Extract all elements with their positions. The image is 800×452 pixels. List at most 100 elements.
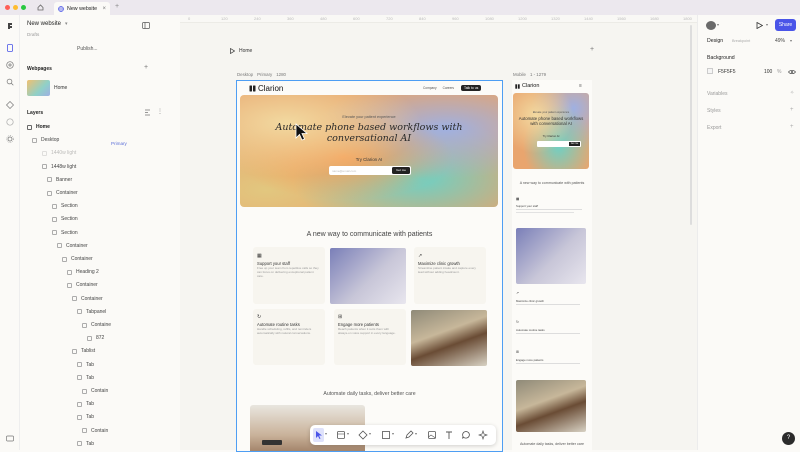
layer-item[interactable]: Tab	[77, 401, 94, 407]
shape-tool-icon[interactable]	[381, 430, 391, 440]
desktop-breakpoint-label[interactable]: Desktop Primary 1280	[237, 72, 286, 77]
bg-hex-field[interactable]: F5F5F5	[718, 69, 736, 75]
export-heading[interactable]: Export	[707, 125, 721, 131]
help-button[interactable]: ?	[782, 432, 795, 445]
layer-item[interactable]: Section	[52, 216, 78, 222]
site-logo[interactable]: Clarion	[249, 84, 283, 93]
nav-careers[interactable]: Careers	[443, 86, 454, 90]
chevron-down-icon[interactable]: ▾	[790, 38, 792, 43]
preview-play-icon[interactable]	[756, 22, 763, 29]
desktop-frame[interactable]: Clarion Company Careers Talk to us Eleva…	[236, 80, 503, 452]
layer-item[interactable]: 1440w light	[42, 150, 76, 156]
page-header[interactable]: Home	[230, 48, 252, 54]
layer-item[interactable]: 872	[87, 335, 104, 341]
feature-card-support[interactable]: ▦ Support your staff Free up your team f…	[253, 247, 325, 304]
text-tool-icon[interactable]	[444, 430, 454, 440]
layer-item[interactable]: Section	[52, 203, 78, 209]
share-button[interactable]: Share	[775, 19, 796, 31]
project-menu[interactable]: New website ▾	[27, 21, 68, 27]
variables-heading[interactable]: Variables	[707, 91, 727, 97]
close-window-button[interactable]	[5, 5, 10, 10]
tab-new-website[interactable]: New website ×	[54, 2, 110, 15]
add-page-icon[interactable]: +	[144, 64, 148, 71]
image-tool-icon[interactable]	[427, 430, 437, 440]
feature-card-growth[interactable]: ↗ Maximize clinic growth Streamline pati…	[414, 247, 486, 304]
add-breakpoint-icon[interactable]: +	[590, 46, 594, 53]
home-icon[interactable]	[37, 4, 44, 11]
layer-item[interactable]: Tabpanel	[77, 309, 106, 315]
frame-tool-icon[interactable]	[336, 430, 346, 440]
layer-item[interactable]: Tab	[77, 414, 94, 420]
nav-cta-button[interactable]: Talk to us	[461, 85, 482, 91]
layer-item[interactable]: Tab	[77, 362, 94, 368]
pointer-tool-icon[interactable]	[314, 430, 324, 440]
minimize-window-button[interactable]	[13, 5, 18, 10]
chevron-down-icon[interactable]: ▾	[415, 431, 417, 436]
layer-item[interactable]: Tab	[77, 441, 94, 447]
menu-icon[interactable]: ≡	[579, 83, 582, 89]
layer-item[interactable]: Container	[57, 243, 88, 249]
mobile-breakpoint-label[interactable]: Mobile 1 - 1279	[513, 72, 546, 77]
page-item-home[interactable]: Home	[27, 80, 67, 96]
paint-icon[interactable]	[6, 118, 14, 126]
publish-button[interactable]: Publish...	[77, 46, 98, 52]
variables-icon[interactable]: ✧	[790, 90, 794, 96]
component-tool-icon[interactable]	[358, 430, 368, 440]
nav-company[interactable]: Company	[423, 86, 437, 90]
layer-item[interactable]: Banner	[47, 177, 72, 183]
add-export-icon[interactable]: +	[790, 124, 794, 130]
layer-item[interactable]: Contain	[82, 388, 108, 394]
add-style-icon[interactable]: +	[790, 107, 794, 113]
feature-card-engage[interactable]: ⊞ Engage more patients Reach patients wh…	[334, 309, 406, 365]
close-tab-icon[interactable]: ×	[102, 6, 106, 12]
sidebar-toggle-icon[interactable]	[142, 22, 150, 29]
chevron-down-icon[interactable]: ▾	[347, 431, 349, 436]
layer-item[interactable]: 1448w light	[42, 164, 76, 170]
bg-color-swatch[interactable]	[707, 68, 713, 74]
ai-sparkle-icon[interactable]	[478, 430, 488, 440]
search-icon[interactable]	[6, 78, 14, 86]
more-icon[interactable]: ⋮	[157, 108, 163, 115]
sort-icon[interactable]	[144, 109, 151, 116]
eye-icon[interactable]	[788, 69, 796, 75]
mobile-frame[interactable]: Clarion ≡ Elevate your patient experienc…	[512, 80, 592, 452]
canvas[interactable]: 0 120 240 360 480 600 720 840 960 1080 1200 1320 144…	[180, 15, 697, 452]
layer-item[interactable]: Tab	[77, 375, 94, 381]
add-icon[interactable]	[6, 61, 14, 69]
mobile-logo[interactable]: Clarion	[515, 83, 539, 89]
new-tab-icon[interactable]: +	[115, 3, 119, 10]
canvas-scrollbar[interactable]	[690, 25, 692, 225]
layer-item[interactable]: Heading 2	[67, 269, 99, 275]
layer-item[interactable]: Containe	[82, 322, 111, 328]
logo-icon[interactable]	[6, 22, 14, 30]
avatar[interactable]	[706, 21, 716, 30]
layer-item[interactable]: Desktop	[32, 137, 59, 143]
chevron-down-icon[interactable]: ▾	[766, 22, 768, 27]
chevron-down-icon[interactable]: ▾	[325, 431, 327, 436]
maximize-window-button[interactable]	[21, 5, 26, 10]
zoom-level[interactable]: 49%	[775, 38, 785, 44]
layer-item[interactable]: Container	[72, 296, 103, 302]
layer-item[interactable]: Tablist	[72, 348, 95, 354]
mobile-email-submit[interactable]: Get me	[569, 141, 580, 147]
settings-icon[interactable]	[6, 135, 14, 143]
layer-item[interactable]: Section	[52, 230, 78, 236]
bg-opacity-field[interactable]: 100	[764, 69, 772, 75]
pen-tool-icon[interactable]	[404, 430, 414, 440]
feature-card-automate[interactable]: ↻ Automate routine tasks Handle scheduli…	[253, 309, 325, 365]
chevron-down-icon[interactable]: ▾	[392, 431, 394, 436]
components-icon[interactable]	[6, 101, 14, 109]
design-tab[interactable]: Design	[707, 38, 723, 44]
layer-item[interactable]: Home	[27, 124, 50, 130]
layer-item[interactable]: Contain	[82, 428, 108, 434]
chevron-down-icon[interactable]: ▾	[717, 22, 719, 27]
pages-icon[interactable]	[6, 44, 14, 52]
mobile-email-input[interactable]: Get me	[537, 141, 581, 147]
layer-item[interactable]: Container	[67, 282, 98, 288]
layer-item[interactable]: Container	[47, 190, 78, 196]
styles-heading[interactable]: Styles	[707, 108, 721, 114]
comment-tool-icon[interactable]	[461, 430, 471, 440]
email-input[interactable]: name@email.com Get me	[329, 166, 411, 175]
email-submit-button[interactable]: Get me	[392, 167, 410, 174]
layer-item[interactable]: Container	[62, 256, 93, 262]
